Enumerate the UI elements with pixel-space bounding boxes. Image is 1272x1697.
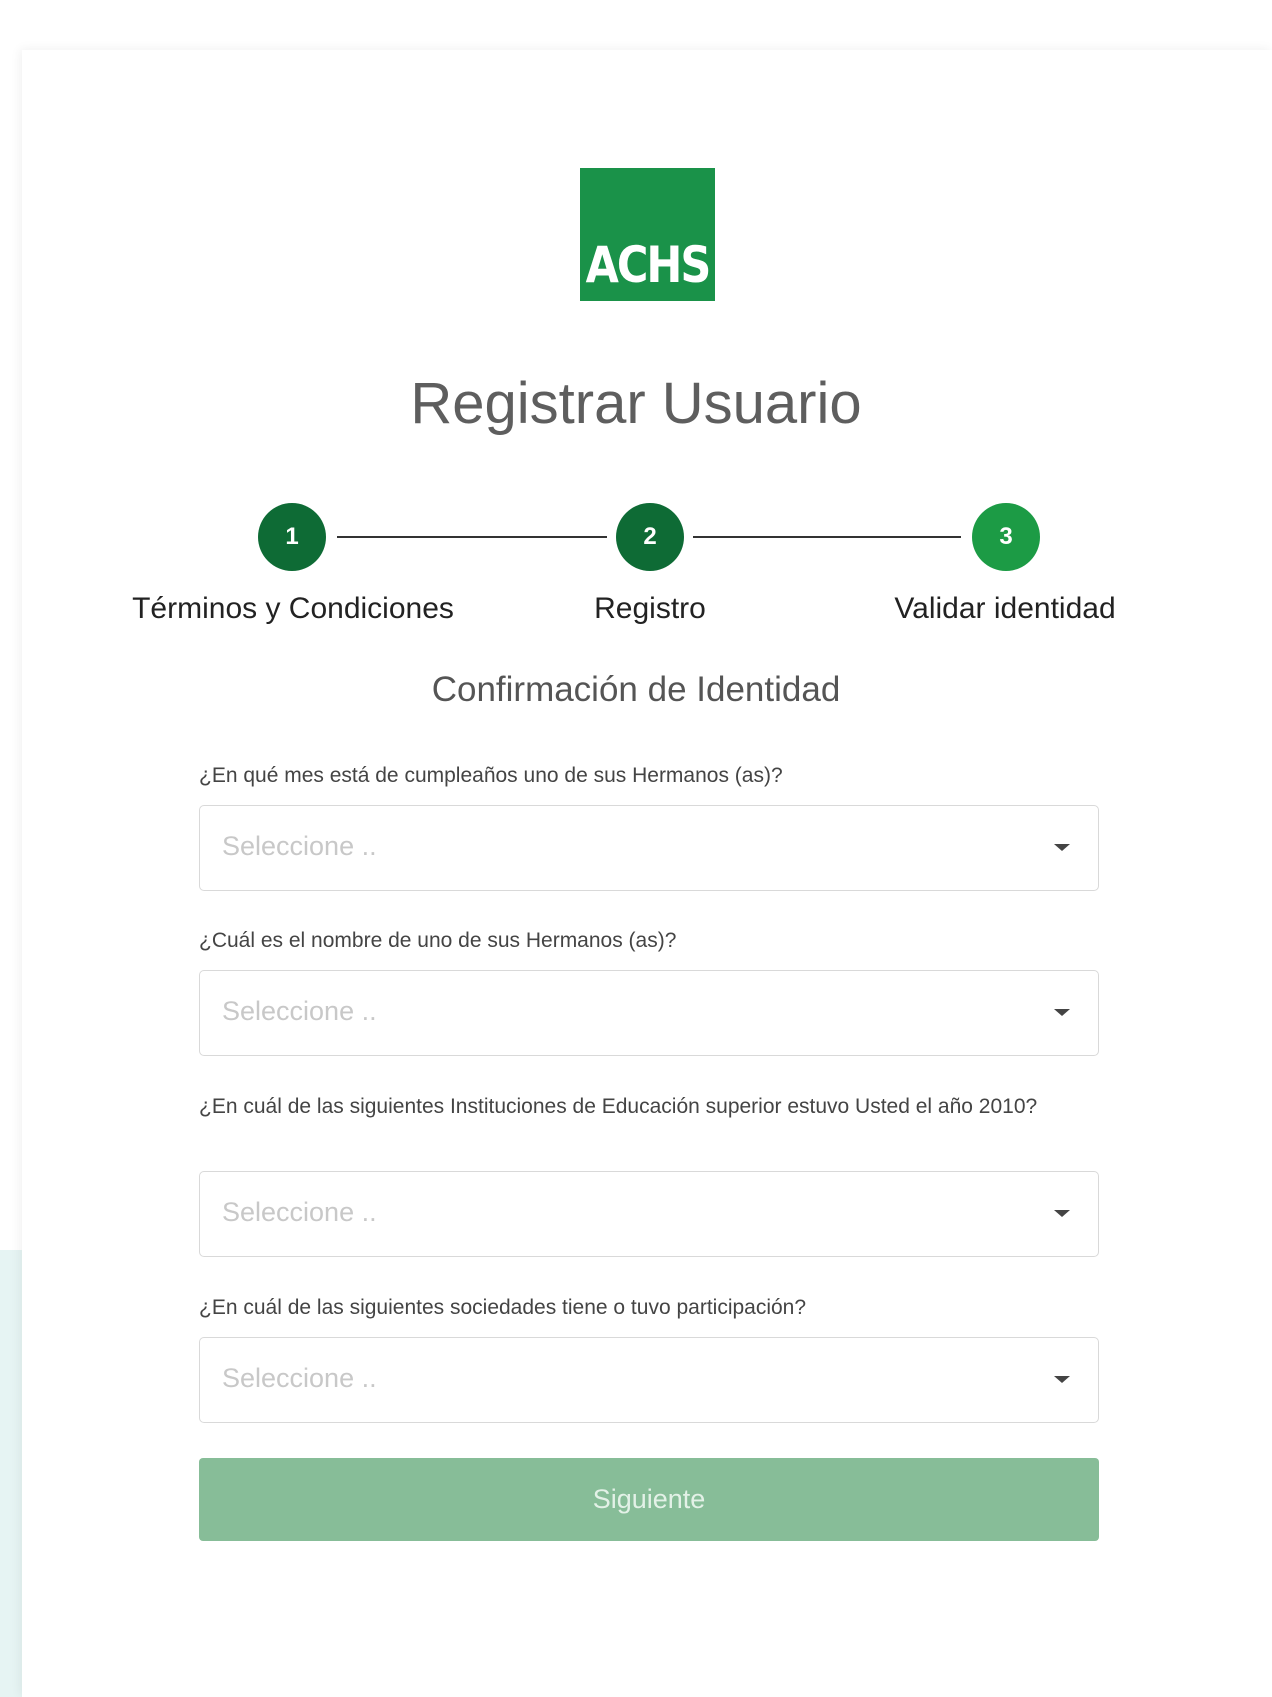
achs-logo: ACHS — [580, 168, 715, 301]
question-4-select[interactable]: Seleccione .. — [199, 1337, 1099, 1423]
select-placeholder: Seleccione .. — [222, 996, 377, 1026]
step-3-indicator: 3 — [972, 503, 1040, 571]
step-connector-1-2 — [337, 536, 607, 538]
question-1-select[interactable]: Seleccione .. — [199, 805, 1099, 891]
step-connector-2-3 — [693, 536, 961, 538]
step-2-indicator: 2 — [616, 503, 684, 571]
next-button[interactable]: Siguiente — [199, 1458, 1099, 1541]
step-1-label: Términos y Condiciones — [132, 592, 454, 625]
page-title: Registrar Usuario — [410, 371, 862, 436]
question-3-label: ¿En cuál de las siguientes Instituciones… — [199, 1095, 1038, 1118]
chevron-down-icon — [1054, 844, 1070, 851]
select-placeholder: Seleccione .. — [222, 831, 377, 861]
logo-text: ACHS — [585, 237, 712, 295]
question-4-label: ¿En cuál de las siguientes sociedades ti… — [199, 1296, 807, 1319]
chevron-down-icon — [1054, 1009, 1070, 1016]
question-3-select[interactable]: Seleccione .. — [199, 1171, 1099, 1257]
select-placeholder: Seleccione .. — [222, 1363, 377, 1393]
question-2-select[interactable]: Seleccione .. — [199, 970, 1099, 1056]
step-2-label: Registro — [594, 592, 706, 625]
step-1-indicator: 1 — [258, 503, 326, 571]
section-subtitle: Confirmación de Identidad — [431, 670, 841, 709]
select-placeholder: Seleccione .. — [222, 1197, 377, 1227]
chevron-down-icon — [1054, 1376, 1070, 1383]
question-1-label: ¿En qué mes está de cumpleaños uno de su… — [199, 764, 783, 787]
question-2-label: ¿Cuál es el nombre de uno de sus Hermano… — [199, 929, 677, 952]
step-3-label: Validar identidad — [894, 592, 1116, 625]
chevron-down-icon — [1054, 1210, 1070, 1217]
